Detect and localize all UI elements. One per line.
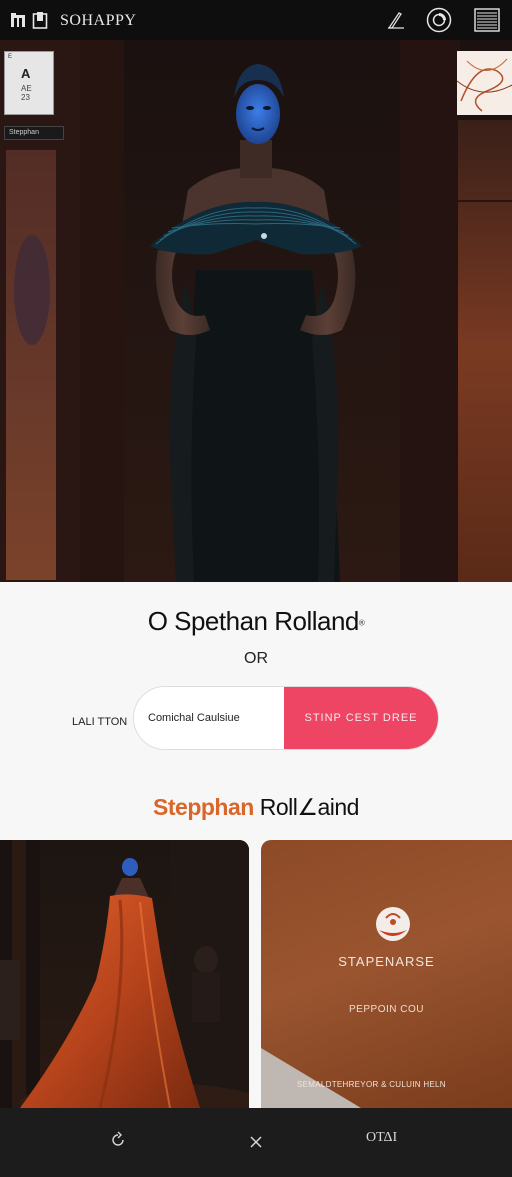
bottom-nav: ОΤΔI (0, 1108, 512, 1177)
cards-row: STAPENARSE PEPPOIN COU SEMALDTEHREYOR & … (0, 840, 512, 1108)
logo-mark-icon[interactable] (10, 12, 26, 28)
app-brand: SOHAPPY (60, 12, 137, 29)
pill-left-option[interactable]: Comichal Caulsiue (134, 687, 284, 749)
corner-triangle (261, 1048, 361, 1108)
promo-title: STAPENARSE (338, 954, 435, 969)
brand-heading: Stepphan Roll∠aind (0, 794, 512, 821)
brand-heading-last: Roll∠aind (259, 794, 360, 820)
mini-preview-card[interactable]: E A AE 23 (4, 51, 54, 115)
bookmark-icon[interactable] (32, 11, 48, 29)
circle-target-icon[interactable] (426, 7, 452, 33)
close-icon[interactable] (246, 1132, 266, 1152)
nav-right-text[interactable]: ОΤΔI (366, 1130, 397, 1146)
side-label: LALI TTON (72, 716, 128, 728)
registered-mark: ® (358, 618, 365, 628)
brand-promo-card[interactable]: STAPENARSE PEPPOIN COU SEMALDTEHREYOR & … (261, 840, 512, 1108)
gown-photo-card[interactable] (0, 840, 249, 1108)
mini-card-corner: E (8, 54, 13, 60)
mini-card-line-2: 23 (21, 93, 30, 102)
brand-emblem-icon (376, 907, 410, 941)
mini-label[interactable]: Stepphan (4, 126, 64, 140)
brand-heading-first: Stepphan (153, 794, 254, 820)
mini-card-letter: A (21, 66, 31, 81)
gown-photo (0, 840, 249, 1108)
designer-name-text: O Spethan Rolland (147, 606, 360, 636)
designer-name: O Spethan Rolland® (0, 606, 512, 637)
mini-card-lines: AE 23 (21, 84, 32, 102)
promo-subtitle: PEPPOIN COU (349, 1004, 424, 1015)
refresh-icon[interactable] (108, 1130, 128, 1150)
pen-icon[interactable] (386, 10, 406, 30)
hero-scene (0, 40, 512, 582)
info-section: O Spethan Rolland® OR LALI TTON Comichal… (0, 582, 512, 840)
top-bar: SOHAPPY (0, 0, 512, 40)
or-divider: OR (244, 650, 268, 667)
thumbnail-right[interactable] (457, 51, 512, 115)
menu-lines-icon[interactable] (474, 8, 500, 32)
hero-image[interactable]: E A AE 23 Stepphan (0, 40, 512, 582)
pill-right-button[interactable]: STINP CEST DREE (284, 687, 438, 749)
swirl-art-icon (457, 58, 512, 112)
mini-card-line-1: AE (21, 84, 32, 93)
option-toggle: Comichal Caulsiue STINP CEST DREE (133, 686, 439, 750)
promo-footer: SEMALDTEHREYOR & CULUIN HELN (297, 1080, 446, 1089)
